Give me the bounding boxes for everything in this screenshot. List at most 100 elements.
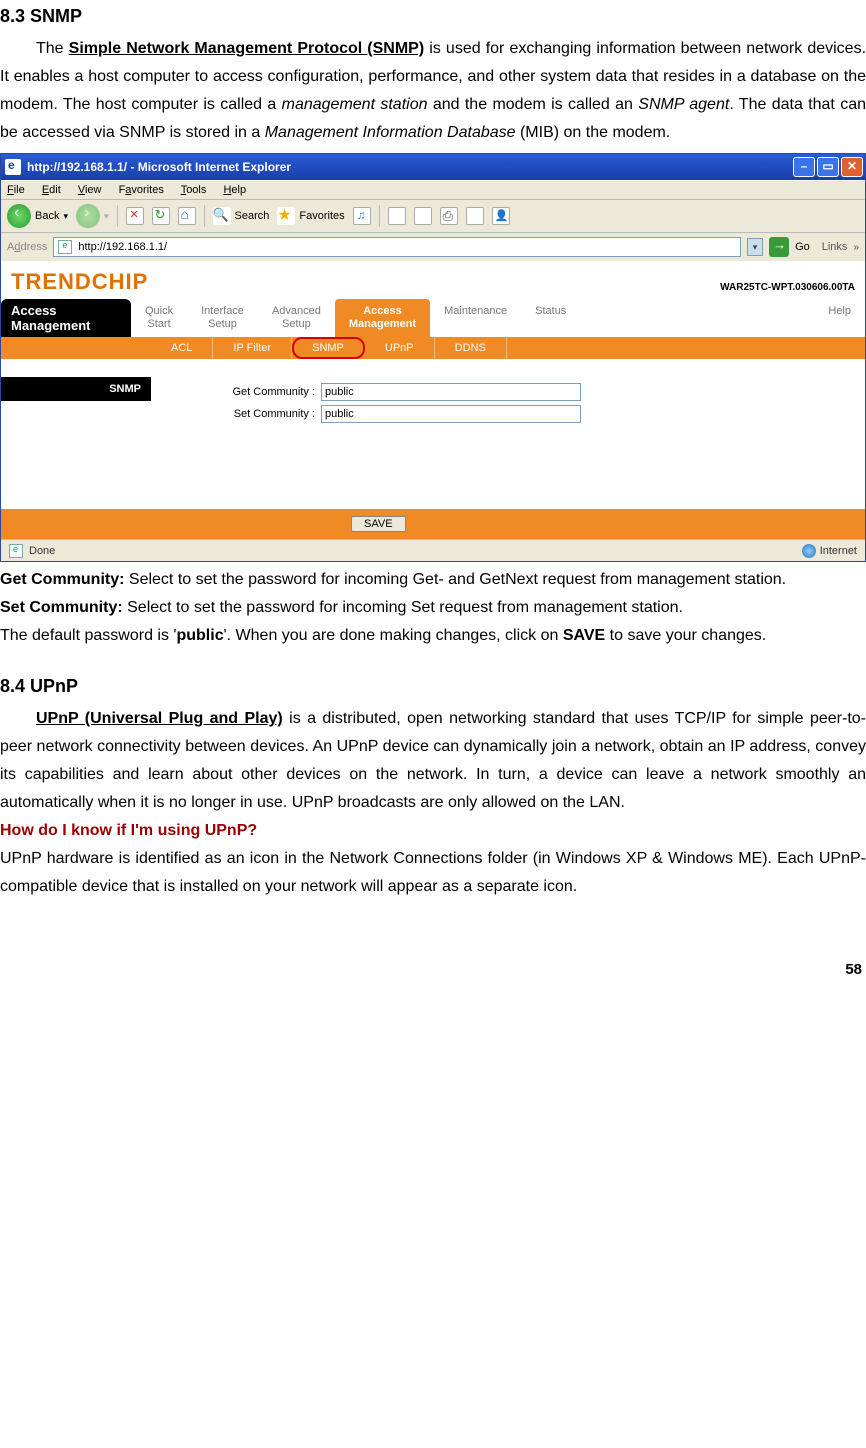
globe-icon [802, 544, 816, 558]
search-label: Search [235, 210, 270, 222]
set-community-term: Set Community: [0, 599, 123, 616]
get-community-desc: Get Community: Select to set the passwor… [0, 566, 866, 594]
url-dropdown[interactable]: ▾ [747, 238, 763, 256]
set-community-desc: Set Community: Select to set the passwor… [0, 594, 866, 622]
t: '. When you are done making changes, cli… [224, 627, 563, 644]
titlebar: http://192.168.1.1/ - Microsoft Internet… [1, 154, 865, 180]
security-zone: Internet [802, 544, 857, 558]
default-password: public [176, 627, 223, 644]
t: (MIB) on the modem. [516, 124, 671, 141]
snmp-intro-paragraph: The Simple Network Management Protocol (… [0, 35, 866, 147]
tab-maintenance[interactable]: Maintenance [430, 299, 521, 337]
set-community-input[interactable] [321, 405, 581, 423]
back-icon [7, 204, 31, 228]
tab-interface-setup[interactable]: InterfaceSetup [187, 299, 258, 337]
upnp-answer: UPnP hardware is identified as an icon i… [0, 845, 866, 901]
maximize-button[interactable]: ▭ [817, 157, 839, 177]
tab-access-management[interactable]: AccessManagement [335, 299, 430, 337]
minimize-button[interactable]: – [793, 157, 815, 177]
mail-button[interactable] [414, 207, 432, 225]
subtab-snmp[interactable]: SNMP [292, 337, 365, 359]
search-icon [213, 207, 231, 225]
search-button[interactable]: Search [213, 207, 270, 225]
brand-logo: TRENDCHIP [11, 269, 148, 295]
menu-edit[interactable]: Edit [42, 184, 61, 196]
favorites-label: Favorites [299, 210, 344, 222]
star-icon [277, 207, 295, 225]
back-label: Back [35, 210, 59, 222]
go-label: Go [795, 241, 810, 253]
links-label[interactable]: Links [816, 241, 848, 253]
section-heading-snmp: 8.3 SNMP [0, 6, 866, 27]
tab-help[interactable]: Help [814, 299, 865, 337]
subtab-upnp[interactable]: UPnP [365, 337, 435, 359]
subtab-acl[interactable]: ACL [151, 337, 213, 359]
get-community-term: Get Community: [0, 571, 124, 588]
toolbar: Back ▾ ▾ Search Favorites [1, 199, 865, 232]
panel-heading-snmp: SNMP [1, 377, 151, 401]
zone-label: Internet [820, 545, 857, 557]
back-button[interactable]: Back ▾ [7, 204, 68, 228]
address-bar: Address ▾ Go Links » [1, 232, 865, 261]
url-input[interactable] [76, 240, 736, 254]
subtab-ddns[interactable]: DDNS [435, 337, 507, 359]
em-mib: Management Information Database [265, 124, 516, 141]
forward-icon [76, 204, 100, 228]
menu-view[interactable]: View [78, 184, 102, 196]
upnp-paragraph: UPnP (Universal Plug and Play) is a dist… [0, 705, 866, 817]
page-number: 58 [0, 961, 866, 978]
t: The [36, 40, 69, 57]
default-password-note: The default password is 'public'. When y… [0, 622, 866, 650]
t: Select to set the password for incoming … [124, 571, 786, 588]
firmware-version: WAR25TC-WPT.030606.00TA [720, 282, 855, 295]
save-button[interactable]: SAVE [351, 516, 406, 532]
save-word: SAVE [563, 627, 605, 644]
upnp-link: UPnP (Universal Plug and Play) [36, 710, 283, 727]
address-label: Address [7, 241, 47, 253]
ie-icon [5, 159, 21, 175]
go-button[interactable] [769, 237, 789, 257]
page-icon [58, 240, 72, 254]
t: Select to set the password for incoming … [123, 599, 683, 616]
favorites-button[interactable]: Favorites [277, 207, 344, 225]
status-text: Done [29, 545, 55, 557]
tab-status[interactable]: Status [521, 299, 580, 337]
snmp-link: Simple Network Management Protocol (SNMP… [69, 40, 425, 57]
tab-quick-start[interactable]: QuickStart [131, 299, 187, 337]
edit-button[interactable] [466, 207, 484, 225]
main-tab-row: AccessManagement QuickStart InterfaceSet… [1, 299, 865, 337]
menu-favorites[interactable]: Favorites [119, 184, 164, 196]
messenger-button[interactable] [492, 207, 510, 225]
upnp-question: How do I know if I'm using UPnP? [0, 817, 866, 845]
history-button[interactable] [388, 207, 406, 225]
em-management-station: management station [282, 96, 428, 113]
forward-button[interactable]: ▾ [76, 204, 109, 228]
print-button[interactable] [440, 207, 458, 225]
t: The default password is ' [0, 627, 176, 644]
get-community-input[interactable] [321, 383, 581, 401]
t: and the modem is called an [428, 96, 639, 113]
get-community-label: Get Community : [211, 386, 321, 398]
section-heading-upnp: 8.4 UPnP [0, 676, 866, 697]
links-chevron-icon[interactable]: » [853, 242, 859, 253]
menu-file[interactable]: File [7, 184, 25, 196]
current-section-label: AccessManagement [1, 299, 131, 337]
media-button[interactable] [353, 207, 371, 225]
menubar: File Edit View Favorites Tools Help [1, 180, 865, 199]
window-title: http://192.168.1.1/ - Microsoft Internet… [27, 160, 291, 174]
address-field[interactable] [53, 237, 741, 257]
refresh-button[interactable] [152, 207, 170, 225]
subtab-ip-filter[interactable]: IP Filter [213, 337, 292, 359]
tab-advanced-setup[interactable]: AdvancedSetup [258, 299, 335, 337]
home-button[interactable] [178, 207, 196, 225]
save-bar: SAVE [1, 509, 865, 539]
em-snmp-agent: SNMP agent [638, 96, 729, 113]
stop-button[interactable] [126, 207, 144, 225]
menu-tools[interactable]: Tools [181, 184, 207, 196]
browser-window: http://192.168.1.1/ - Microsoft Internet… [0, 153, 866, 562]
set-community-label: Set Community : [211, 408, 321, 420]
status-bar: Done Internet [1, 539, 865, 561]
close-button[interactable]: ✕ [841, 157, 863, 177]
menu-help[interactable]: Help [223, 184, 246, 196]
done-icon [9, 544, 23, 558]
